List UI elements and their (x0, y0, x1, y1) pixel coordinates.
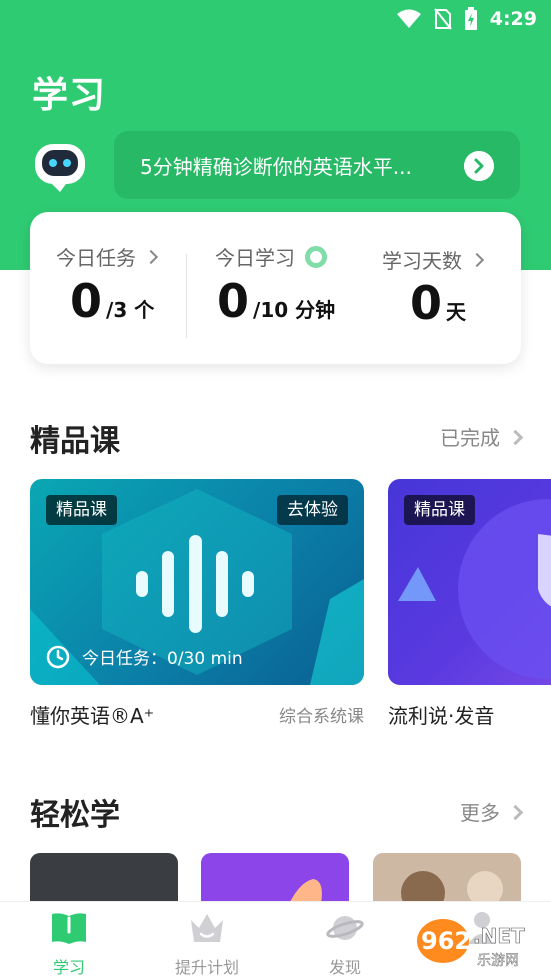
course-card[interactable]: 精品课 (388, 479, 551, 685)
more-link-label: 更多 (460, 801, 500, 825)
assessment-banner[interactable]: 5分钟精确诊断你的英语水平... (114, 131, 520, 199)
tab-plan[interactable]: 提升计划 (138, 902, 276, 979)
assessment-text: 5分钟精确诊断你的英语水平... (140, 155, 412, 179)
status-icons: 4:29 (396, 7, 537, 31)
status-time: 4:29 (489, 8, 537, 30)
course-card[interactable]: 精品课 去体验 今日任务：0/30 min (30, 479, 364, 685)
tab-study[interactable]: 学习 (0, 902, 138, 979)
course-tag: 精品课 (46, 495, 117, 525)
course-name[interactable]: 流利说·发音 (388, 700, 494, 729)
planet-icon (326, 916, 364, 940)
course-tag: 精品课 (404, 495, 475, 525)
chevron-right-icon (464, 151, 494, 181)
section-title-premium: 精品课 (30, 424, 120, 459)
more-link[interactable]: 更多 (460, 797, 524, 826)
course-task-text: 今日任务：0/30 min (82, 649, 243, 669)
clock-icon (46, 645, 70, 668)
stat-value: 0 (70, 274, 103, 328)
stat-unit: /10 分钟 (253, 298, 336, 322)
svg-text:乐游网: 乐游网 (477, 953, 519, 969)
book-icon (52, 913, 86, 944)
course-task: 今日任务：0/30 min (46, 644, 243, 669)
course-subtitle: 综合系统课 (279, 707, 364, 727)
stat-today-tasks[interactable]: 今日任务 0/3 个 (56, 212, 186, 364)
crown-icon (191, 914, 223, 942)
watermark-logo: 962 .NET 乐游网 (417, 919, 525, 969)
completed-link[interactable]: 已完成 (440, 422, 524, 451)
progress-ring-icon (305, 246, 327, 268)
wifi-icon (396, 9, 421, 28)
tab-discover[interactable]: 发现 (276, 902, 414, 979)
stat-label: 学习天数 (382, 249, 462, 273)
svg-text:962: 962 (421, 927, 471, 955)
completed-link-label: 已完成 (440, 426, 500, 450)
chevron-right-icon (507, 804, 524, 821)
chevron-right-icon (507, 429, 524, 446)
stat-label: 今日任务 (56, 246, 136, 270)
try-button[interactable]: 去体验 (277, 495, 348, 525)
page-title: 学习 (32, 75, 107, 116)
stat-today-study[interactable]: 今日学习 0/10 分钟 (215, 212, 355, 364)
divider (186, 254, 187, 338)
chevron-right-icon (469, 252, 485, 268)
battery-charging-icon (464, 7, 477, 30)
stat-study-days[interactable]: 学习天数 0天 (382, 212, 507, 364)
tab-label: 提升计划 (174, 958, 239, 977)
section-title-easy: 轻松学 (30, 798, 120, 833)
stat-value: 0 (410, 276, 443, 330)
no-sim-icon (433, 8, 452, 30)
stat-value: 0 (217, 274, 250, 328)
stat-unit: /3 个 (106, 298, 155, 322)
stats-card: 今日任务 0/3 个 今日学习 0/10 分钟 学习天数 0天 (30, 212, 521, 364)
tab-label: 发现 (328, 958, 361, 977)
stat-label: 今日学习 (215, 246, 295, 270)
stat-unit: 天 (446, 300, 467, 324)
tab-label: 学习 (52, 958, 85, 977)
svg-text:.NET: .NET (473, 924, 525, 948)
course-name[interactable]: 懂你英语®A⁺ (30, 700, 154, 729)
status-bar: 4:29 (0, 0, 551, 38)
robot-mascot-icon (35, 144, 85, 192)
chevron-right-icon (143, 249, 159, 265)
